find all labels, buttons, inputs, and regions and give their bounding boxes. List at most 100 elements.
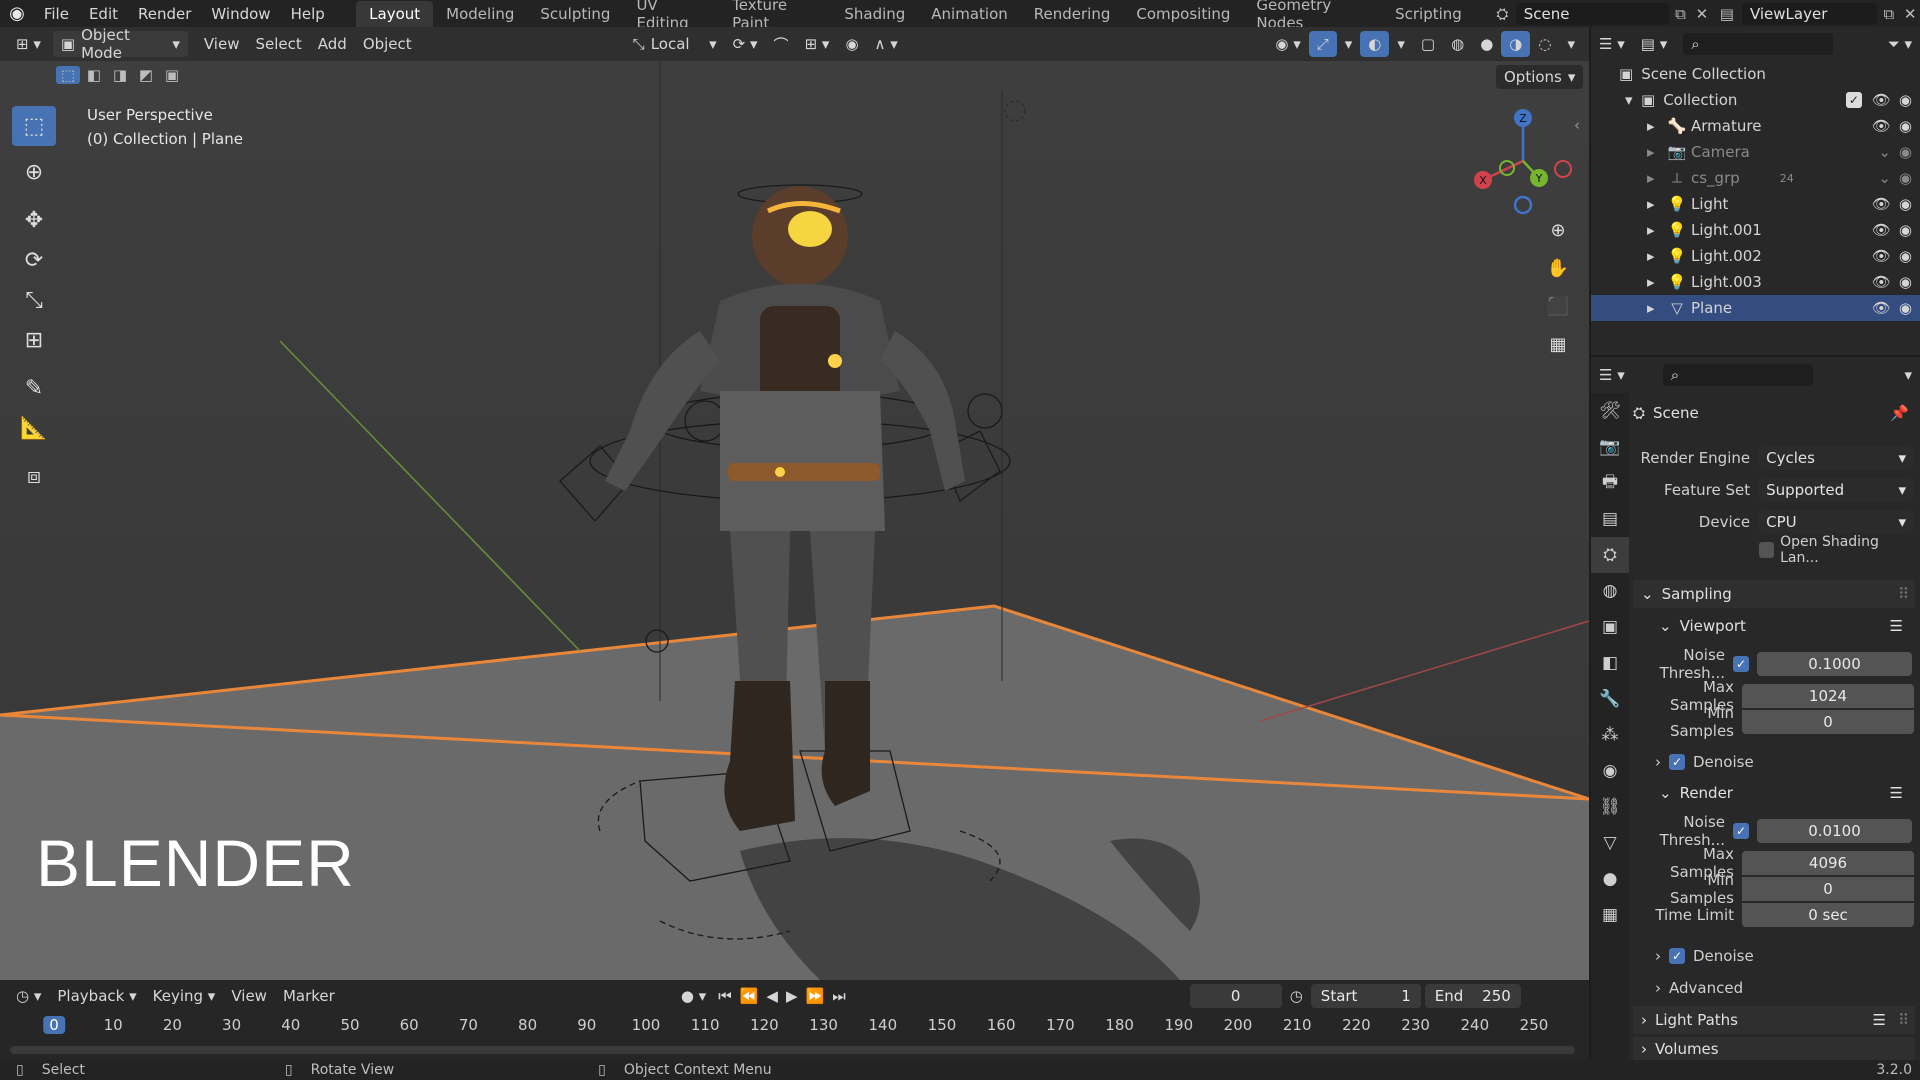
navigation-gizmo[interactable]: Z X Y [1463,106,1583,216]
camera-render-icon[interactable]: ◉ [1899,221,1912,239]
outliner-item[interactable]: ▸ 📷 Camera ⌄ ◉ [1591,139,1920,165]
tab-animation[interactable]: Animation [918,1,1020,27]
scene-field[interactable]: Scene [1515,2,1669,25]
camera-render-icon[interactable]: ◉ [1899,143,1912,161]
snap-target-icon[interactable]: ⊞ ▾ [797,31,838,57]
select-extend-icon[interactable]: ◧ [82,66,106,84]
object-tab-icon[interactable]: ◧ [1591,645,1629,681]
eye-icon[interactable]: ⌄ [1878,143,1891,161]
render-denoise-checkbox[interactable]: ✓ [1669,948,1685,964]
jump-start-icon[interactable]: ⏮ [714,983,736,1009]
transform-tool[interactable]: ⊞ [12,320,56,360]
menu-timeline-view[interactable]: View [223,983,275,1009]
properties-editor-icon[interactable]: ☰ ▾ [1591,362,1633,388]
world-tab-icon[interactable]: ◍ [1591,573,1629,609]
collection-row[interactable]: ▾ ▣ Collection ✓ 👁 ◉ [1591,87,1920,113]
outliner-item[interactable]: ▸ ⟂ cs_grp 24 ⌄ ◉ [1591,165,1920,191]
presets-icon[interactable]: ☰ [1890,784,1903,802]
viewport-subpanel-header[interactable]: ⌄ Viewport ☰ [1633,612,1915,640]
xray-icon[interactable]: ▢ [1413,31,1443,57]
outliner-item[interactable]: ▸ 💡 Light.001 👁 ◉ [1591,217,1920,243]
tab-modeling[interactable]: Modeling [433,1,527,27]
blender-logo-icon[interactable]: ◉ [0,3,34,24]
select-intersect-icon[interactable]: ▣ [160,66,184,84]
eye-icon[interactable]: 👁 [1872,117,1891,135]
menu-add[interactable]: Add [310,31,355,57]
proportional-edit-icon[interactable]: ◉ [837,31,866,57]
render-noise-field[interactable]: 0.0100 [1757,819,1912,843]
particles-tab-icon[interactable]: ⁂ [1591,717,1629,753]
gizmo-dropdown-icon[interactable]: ▾ [1337,31,1361,57]
material-shading-icon[interactable]: ◑ [1501,31,1531,57]
tab-layout[interactable]: Layout [356,0,434,27]
measure-tool[interactable]: 📐 [12,408,56,448]
rotate-tool[interactable]: ⟳ [12,240,56,280]
delete-view-layer-icon[interactable]: ✕ [1900,5,1920,23]
tool-tab-icon[interactable]: 🛠 [1591,393,1629,429]
render-subpanel-header[interactable]: ⌄ Render ☰ [1633,779,1915,807]
orientation-dropdown[interactable]: ⤡ Local ▾ [625,31,725,57]
view-layer-tab-icon[interactable]: ▤ [1591,501,1629,537]
physics-tab-icon[interactable]: ◉ [1591,753,1629,789]
new-view-layer-icon[interactable]: ⧉ [1877,5,1900,23]
outliner-editor-icon[interactable]: ☰ ▾ [1591,31,1633,57]
expand-arrow-icon[interactable]: ▸ [1647,273,1663,291]
viewport-denoise-checkbox[interactable]: ✓ [1669,754,1685,770]
perspective-toggle-button[interactable]: ▦ [1540,325,1576,363]
expand-arrow-icon[interactable]: ▸ [1647,143,1663,161]
menu-render[interactable]: Render [128,5,201,23]
overlay-dropdown-icon[interactable]: ▾ [1389,31,1413,57]
collection-checkbox[interactable]: ✓ [1845,92,1862,108]
next-keyframe-icon[interactable]: ⏩ [802,983,829,1009]
snap-icon[interactable]: ⌒ [766,31,797,57]
pin-icon[interactable]: 📌 [1890,404,1909,422]
select-new-icon[interactable]: ⬚ [56,66,80,84]
expand-arrow-icon[interactable]: ▾ [1625,91,1641,109]
outliner-item[interactable]: ▸ 🦴 Armature 👁 ◉ [1591,113,1920,139]
scene-tab-icon[interactable]: ⛭ [1591,537,1629,573]
outliner-item[interactable]: ▸ ▽ Plane 👁 ◉ [1591,295,1920,321]
tab-rendering[interactable]: Rendering [1021,1,1124,27]
select-box-tool[interactable]: ⬚ [12,106,56,146]
render-min-field[interactable]: 0 [1742,877,1914,901]
camera-render-icon[interactable]: ◉ [1899,195,1912,213]
menu-object[interactable]: Object [355,31,420,57]
zoom-button[interactable]: ⊕ [1540,211,1576,249]
sampling-panel-header[interactable]: ⌄ Sampling ⠿ [1633,580,1915,608]
play-icon[interactable]: ▶ [782,983,802,1009]
tab-scripting[interactable]: Scripting [1382,1,1475,27]
tab-shading[interactable]: Shading [831,1,918,27]
pan-button[interactable]: ✋ [1540,249,1576,287]
collapse-arrow-icon[interactable]: ‹ [1574,116,1580,134]
select-invert-icon[interactable]: ◩ [134,66,158,84]
viewport-denoise-row[interactable]: › ✓ Denoise [1639,749,1914,775]
texture-tab-icon[interactable]: ▦ [1591,897,1629,933]
camera-render-icon[interactable]: ◉ [1899,91,1912,109]
material-tab-icon[interactable]: ● [1591,861,1629,897]
outliner-item[interactable]: ▸ 💡 Light 👁 ◉ [1591,191,1920,217]
eye-icon[interactable]: 👁 [1872,273,1891,291]
annotate-tool[interactable]: ✎ [12,368,56,408]
properties-options-icon[interactable]: ▾ [1896,362,1920,388]
prev-keyframe-icon[interactable]: ⏪ [736,983,763,1009]
overlay-toggle-icon[interactable]: ◐ [1360,31,1390,57]
new-scene-icon[interactable]: ⧉ [1669,5,1692,23]
mode-dropdown[interactable]: ▣ Object Mode ▾ [52,26,188,62]
modifier-tab-icon[interactable]: 🔧 [1591,681,1629,717]
cursor-tool[interactable]: ⊕ [12,152,56,192]
camera-render-icon[interactable]: ◉ [1899,299,1912,317]
volumes-panel-header[interactable]: › Volumes [1633,1037,1915,1060]
light-object[interactable] [1004,100,1026,122]
menu-file[interactable]: File [34,5,79,23]
light-paths-panel-header[interactable]: › Light Paths ☰ ⠿ [1633,1006,1915,1034]
menu-keying[interactable]: Keying ▾ [145,983,224,1009]
viewport-noise-field[interactable]: 0.1000 [1757,652,1912,676]
eye-icon[interactable]: 👁 [1872,221,1891,239]
expand-arrow-icon[interactable]: ▸ [1647,117,1663,135]
camera-render-icon[interactable]: ◉ [1899,273,1912,291]
eye-icon[interactable]: 👁 [1872,247,1891,265]
shoulder-control-right[interactable] [967,393,1003,429]
osl-checkbox[interactable] [1759,542,1775,558]
menu-select[interactable]: Select [247,31,309,57]
select-subtract-icon[interactable]: ◨ [108,66,132,84]
